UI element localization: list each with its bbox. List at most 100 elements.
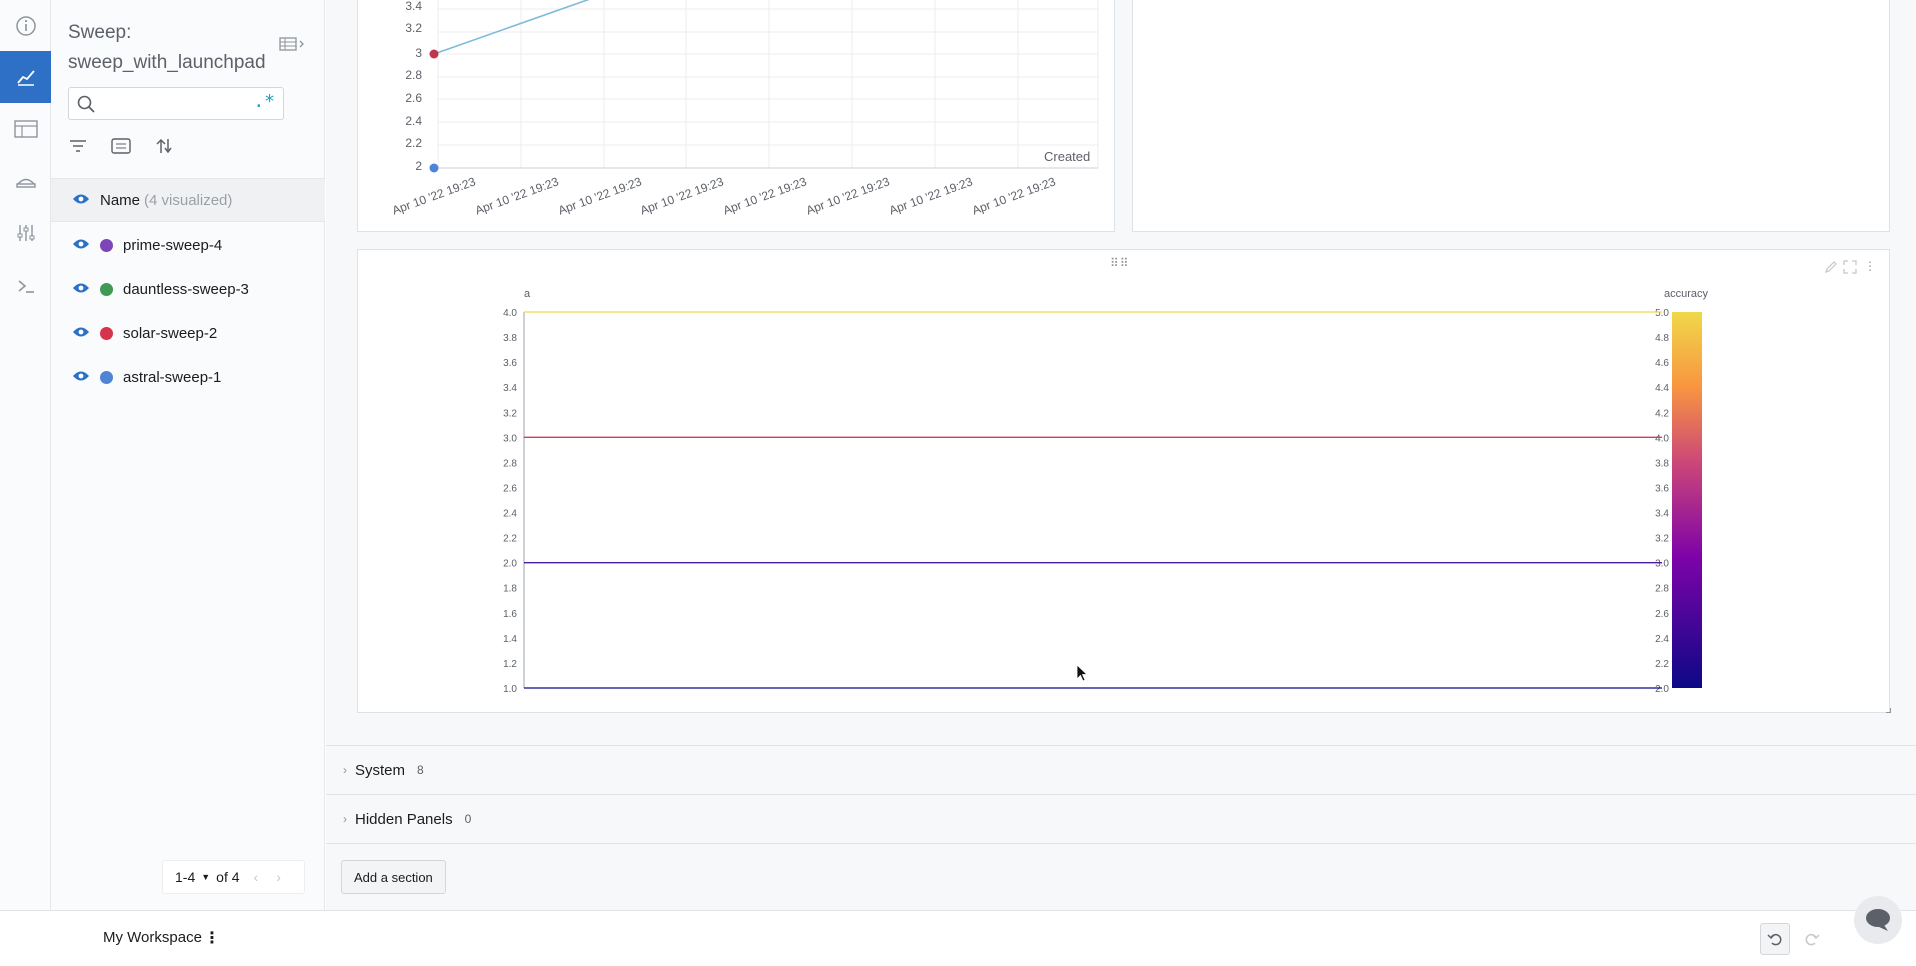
parallel-coordinates-panel[interactable]: ⠿⠿ ⋮ 4.0 3.8 3.6 3.4 3.2 3.0 2.8 2.6 2.4 2.2 2.0 1.… <box>357 249 1891 713</box>
filter-icon[interactable] <box>68 137 88 160</box>
runs-sidebar: Sweep: sweep_with_launchpad .* Name (4 v… <box>51 0 325 910</box>
page-range-select[interactable]: 1-4 <box>175 869 195 885</box>
workspace-main: 3.4 3.2 3 2.8 2.6 2.4 2.2 2 Created Apr … <box>326 0 1916 910</box>
eye-icon[interactable] <box>72 325 90 342</box>
y-tick-label: 1.2 <box>503 659 517 670</box>
y-tick-label: 1.8 <box>503 584 517 595</box>
section-count: 8 <box>417 763 424 777</box>
parallel-coordinates-chart: 4.0 3.8 3.6 3.4 3.2 3.0 2.8 2.6 2.4 2.2 2.0 1.8 1.6 1… <box>503 288 1709 695</box>
table-icon[interactable] <box>0 103 51 155</box>
run-color-dot[interactable] <box>100 370 113 384</box>
colorbar-tick-label: 3.8 <box>1655 458 1669 469</box>
y-tick-label: 4.0 <box>503 308 517 319</box>
info-icon[interactable] <box>0 0 51 52</box>
section-divider <box>326 843 1916 844</box>
add-section-button[interactable]: Add a section <box>341 860 446 894</box>
y-tick-label: 2 <box>415 159 422 173</box>
group-icon[interactable] <box>110 137 132 160</box>
empty-chart-panel[interactable] <box>1132 0 1890 232</box>
expand-table-icon[interactable] <box>279 36 307 57</box>
sidebar-tools <box>68 137 174 160</box>
colorbar-tick-label: 4.8 <box>1655 333 1669 344</box>
y-tick-label: 2.4 <box>503 509 517 520</box>
x-axis-label: Created <box>1044 149 1091 164</box>
run-row[interactable]: solar-sweep-2 <box>51 311 325 355</box>
eye-icon[interactable] <box>72 369 90 386</box>
colorbar-tick-label: 4.0 <box>1655 433 1669 444</box>
colorbar-label: accuracy <box>1664 288 1709 300</box>
chevron-right-icon[interactable]: › <box>343 763 347 777</box>
run-list: prime-sweep-4 dauntless-sweep-3 solar-sw… <box>51 223 325 399</box>
y-tick-label: 3 <box>415 46 422 60</box>
colorbar-tick-label: 3.6 <box>1655 483 1669 494</box>
section-system[interactable]: › System 8 <box>326 745 1916 794</box>
sweep-title: Sweep: sweep_with_launchpad <box>68 18 278 78</box>
sweeps-broom-icon[interactable] <box>0 155 51 207</box>
sweep-title-prefix: Sweep: <box>68 22 132 43</box>
colorbar-tick-label: 2.8 <box>1655 584 1669 595</box>
sort-icon[interactable] <box>154 137 174 160</box>
workspace-label[interactable]: My Workspace <box>103 929 202 946</box>
run-color-dot[interactable] <box>100 326 113 340</box>
colorbar-tick-label: 3.4 <box>1655 509 1669 520</box>
charts-icon[interactable] <box>0 51 51 103</box>
eye-icon[interactable] <box>72 237 90 254</box>
colorbar-tick-label: 4.6 <box>1655 358 1669 369</box>
y-tick-label: 2.6 <box>405 91 422 105</box>
run-name[interactable]: solar-sweep-2 <box>123 325 217 342</box>
redo-button[interactable] <box>1797 923 1827 955</box>
run-color-dot[interactable] <box>100 282 113 296</box>
section-hidden-panels[interactable]: › Hidden Panels 0 <box>326 794 1916 843</box>
colorbar-tick-label: 4.4 <box>1655 383 1669 394</box>
colorbar-tick-label: 2.4 <box>1655 634 1669 645</box>
colorbar-tick-label: 3.2 <box>1655 534 1669 545</box>
y-tick-label: 1.0 <box>503 684 517 695</box>
section-count: 0 <box>464 812 472 826</box>
eye-icon[interactable] <box>72 192 90 209</box>
y-tick-label: 1.6 <box>503 609 517 620</box>
chat-button[interactable] <box>1854 896 1902 944</box>
section-name[interactable]: System <box>355 762 405 779</box>
y-tick-label: 3.0 <box>503 433 517 444</box>
y-tick-label: 3.2 <box>405 21 422 35</box>
undo-icon <box>1767 933 1782 946</box>
y-tick-label: 3.8 <box>503 333 517 344</box>
colorbar-tick-label: 3.0 <box>1655 559 1669 570</box>
resize-handle[interactable] <box>1886 708 1891 713</box>
y-axis-label: a <box>524 288 531 300</box>
run-name[interactable]: prime-sweep-4 <box>123 237 222 254</box>
colorbar-tick-label: 5.0 <box>1655 308 1669 319</box>
run-row[interactable]: prime-sweep-4 <box>51 223 325 267</box>
y-tick-label: 2.2 <box>503 534 517 545</box>
accuracy-colorbar <box>1672 312 1702 688</box>
y-tick-label: 2.8 <box>503 458 517 469</box>
run-pager: 1-4 ▼ of 4 ‹ › <box>162 860 305 894</box>
y-tick-label: 3.2 <box>503 408 517 419</box>
eye-icon[interactable] <box>72 281 90 298</box>
run-name[interactable]: dauntless-sweep-3 <box>123 281 249 298</box>
sliders-icon[interactable] <box>0 207 51 259</box>
created-chart-panel[interactable]: 3.4 3.2 3 2.8 2.6 2.4 2.2 2 Created Apr … <box>357 0 1115 232</box>
section-name[interactable]: Hidden Panels <box>355 811 453 828</box>
colorbar-tick-label: 2.0 <box>1655 684 1669 695</box>
regex-toggle[interactable]: .* <box>253 91 275 112</box>
run-row[interactable]: astral-sweep-1 <box>51 355 325 399</box>
name-column-header[interactable]: Name (4 visualized) <box>51 178 325 222</box>
chevron-down-icon[interactable]: ▼ <box>201 872 210 882</box>
chevron-right-icon[interactable]: › <box>343 812 347 826</box>
sweep-title-name: sweep_with_launchpad <box>68 52 266 73</box>
prev-page-icon[interactable]: ‹ <box>254 869 259 885</box>
undo-button[interactable] <box>1760 923 1790 955</box>
terminal-icon[interactable] <box>0 260 51 312</box>
search-input[interactable]: .* <box>68 87 284 120</box>
workspace-menu-icon[interactable]: ⋮ <box>204 928 220 948</box>
mouse-cursor-icon <box>1076 664 1088 682</box>
run-name[interactable]: astral-sweep-1 <box>123 369 221 386</box>
run-color-dot[interactable] <box>100 238 113 252</box>
name-header-label: Name <box>100 191 141 209</box>
chat-icon <box>1866 909 1890 931</box>
y-tick-label: 2.0 <box>503 559 517 570</box>
y-tick-label: 2.2 <box>405 136 422 150</box>
next-page-icon[interactable]: › <box>276 869 281 885</box>
run-row[interactable]: dauntless-sweep-3 <box>51 267 325 311</box>
